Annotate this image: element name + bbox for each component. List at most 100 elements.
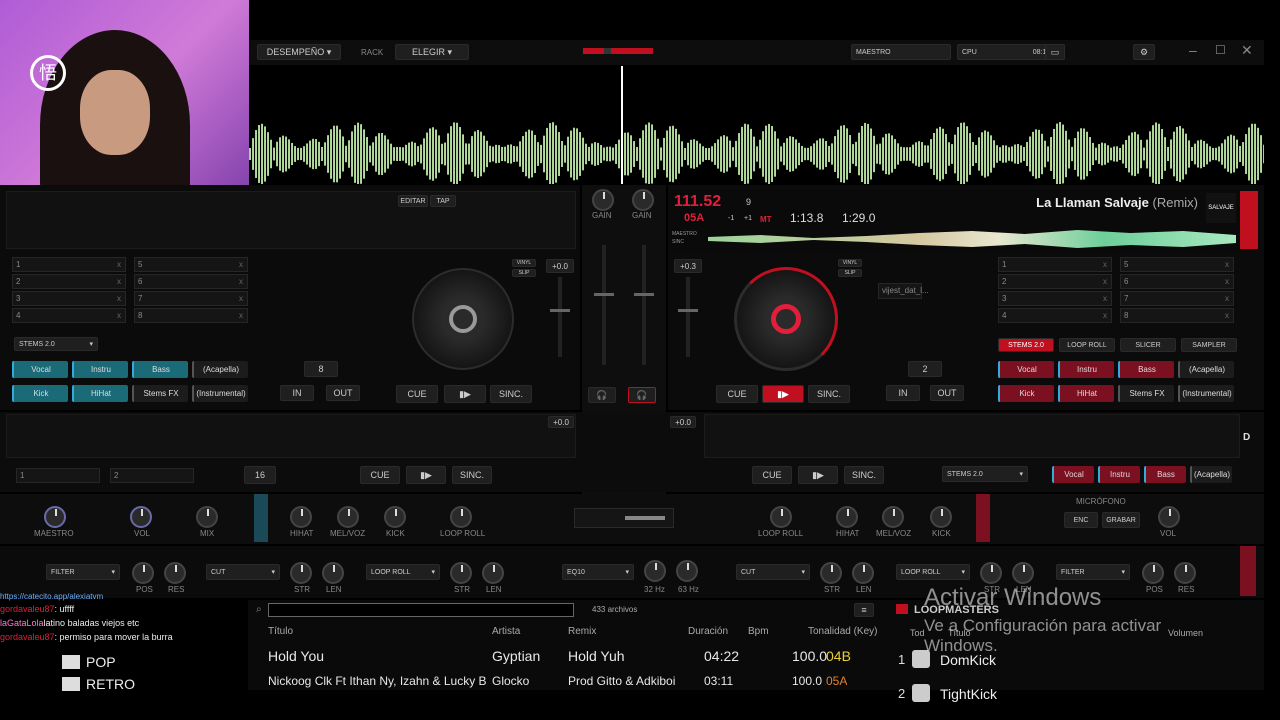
str-left-knob[interactable] [290,562,312,584]
crossfader[interactable] [574,508,674,528]
channel-fader-left[interactable] [594,245,614,365]
loop-roll-left-knob[interactable] [450,506,472,528]
right-mini-waveform[interactable] [708,230,1236,248]
left-out-button[interactable]: OUT [326,385,360,401]
stem-button[interactable]: Kick [998,385,1054,402]
stem-button[interactable]: Vocal [998,361,1054,378]
browser-column-header[interactable]: Artista [492,626,520,637]
clear-icon[interactable]: x [239,275,243,288]
lower-right-stems-select[interactable]: STEMS 2.0 ▾ [942,466,1028,482]
headphone-right[interactable]: 🎧 [628,387,656,403]
mix-knob[interactable] [196,506,218,528]
edit-button[interactable]: EDITAR [398,195,428,207]
vol-knob[interactable] [130,506,152,528]
len-left-knob[interactable] [322,562,344,584]
loopmasters-row[interactable]: 2 TightKick [898,684,1198,706]
lower-left-play[interactable]: ▮▶ [406,466,446,484]
lower-right-sync[interactable]: SINC. [844,466,884,484]
lower-left-pad-1[interactable]: 1 [16,468,100,483]
list-view-icon[interactable]: ≡ [854,603,874,617]
clear-icon[interactable]: x [239,309,243,322]
browser-column-header[interactable]: Duración [688,626,728,637]
len-left2-knob[interactable] [482,562,504,584]
hotcue-pad[interactable]: 2x [998,274,1112,289]
clear-icon[interactable]: x [1225,275,1229,288]
stem-button[interactable]: (Acapella) [1178,361,1234,378]
left-vinyl-button[interactable]: VINYL [512,259,536,267]
hihat-left-knob[interactable] [290,506,312,528]
left-slip-button[interactable]: SLIP [512,269,536,277]
left-stems-select[interactable]: STEMS 2.0 ▾ [14,337,98,351]
stem-button[interactable]: Bass [1118,361,1174,378]
left-sync-button[interactable]: SINC. [490,385,532,403]
len-right2-knob[interactable] [1012,562,1034,584]
hihat-right-knob[interactable] [836,506,858,528]
hotcue-pad[interactable]: 8x [1120,308,1234,323]
stem-button[interactable]: Bass [132,361,188,378]
right-slip-button[interactable]: SLIP [838,269,862,277]
hotcue-pad[interactable]: 3x [998,291,1112,306]
filter-right-select[interactable]: FILTER ▾ [1056,564,1130,580]
stem-button[interactable]: (Acapella) [1190,466,1232,483]
hotcue-pad[interactable]: 4x [12,308,126,323]
stem-button[interactable]: Instru [1058,361,1114,378]
stem-button[interactable]: HiHat [72,385,128,402]
right-out-button[interactable]: OUT [930,385,964,401]
genre-folder[interactable]: RETRO [62,676,135,692]
stem-button[interactable]: Stems FX [1118,385,1174,402]
hotcue-pad[interactable]: 7x [134,291,248,306]
str-right-knob[interactable] [820,562,842,584]
clear-icon[interactable]: x [1225,258,1229,271]
enc-button[interactable]: ENC [1064,512,1098,528]
key-minus[interactable]: -1 [728,215,734,222]
cut-left-select[interactable]: CUT ▾ [206,564,280,580]
hz32-knob[interactable] [644,560,666,582]
hotcue-pad[interactable]: 6x [134,274,248,289]
clear-icon[interactable]: x [239,258,243,271]
hz63-knob[interactable] [676,560,698,582]
left-cue-button[interactable]: CUE [396,385,438,403]
right-play-button[interactable]: ▮▶ [762,385,804,403]
res-right-knob[interactable] [1174,562,1196,584]
stem-button[interactable]: HiHat [1058,385,1114,402]
left-jog-wheel[interactable] [412,268,514,370]
clear-icon[interactable]: x [1103,292,1107,305]
eq10-select[interactable]: EQ10 ▾ [562,564,634,580]
left-pitch-fader[interactable] [550,277,570,357]
right-sync-button[interactable]: SINC. [808,385,850,403]
stem-button[interactable]: Vocal [1052,466,1094,483]
lower-left-cue[interactable]: CUE [360,466,400,484]
gain-left-knob[interactable] [592,189,614,211]
melvoz-right-knob[interactable] [882,506,904,528]
stem-button[interactable]: (Instrumental) [192,385,248,402]
maestro-knob[interactable] [44,506,66,528]
browser-row[interactable]: Nickoog Clk Ft Ithan Ny, Izahn & Lucky B… [248,672,888,694]
hotcue-pad[interactable]: 5x [1120,257,1234,272]
deck-tab[interactable]: SAMPLER [1181,338,1237,352]
record-button[interactable]: ▭ [1045,44,1065,60]
hotcue-pad[interactable]: 1x [12,257,126,272]
str-left2-knob[interactable] [450,562,472,584]
right-cue-button[interactable]: CUE [716,385,758,403]
right-fx-slot[interactable]: vijest_dat_l... [878,283,929,299]
right-vinyl-button[interactable]: VINYL [838,259,862,267]
cut-right-select[interactable]: CUT ▾ [736,564,810,580]
stem-button[interactable]: Vocal [12,361,68,378]
loop-roll-right-select[interactable]: LOOP ROLL ▾ [896,564,970,580]
pos-left-knob[interactable] [132,562,154,584]
str-right2-knob[interactable] [980,562,1002,584]
filter-left-select[interactable]: FILTER ▾ [46,564,120,580]
hotcue-pad[interactable]: 7x [1120,291,1234,306]
deck-tab[interactable]: STEMS 2.0 [998,338,1054,352]
hotcue-pad[interactable]: 8x [134,308,248,323]
clear-icon[interactable]: x [1103,309,1107,322]
clear-icon[interactable]: x [117,258,121,271]
lower-right-play[interactable]: ▮▶ [798,466,838,484]
hotcue-pad[interactable]: 2x [12,274,126,289]
lower-left-loop[interactable]: 16 [244,466,276,484]
lower-left-sync[interactable]: SINC. [452,466,492,484]
pos-right-knob[interactable] [1142,562,1164,584]
loop-roll-right-knob[interactable] [770,506,792,528]
lower-left-pad-2[interactable]: 2 [110,468,194,483]
clear-icon[interactable]: x [1225,292,1229,305]
